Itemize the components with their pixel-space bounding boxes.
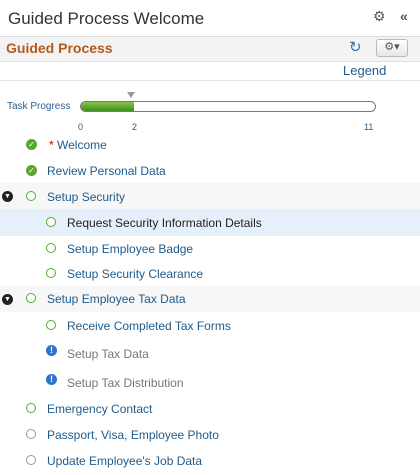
step-label[interactable]: Setup Tax Data [67, 347, 149, 361]
step-row-setup-tax-data[interactable]: ! Setup Tax Data [0, 338, 420, 367]
task-progress-bar [80, 101, 376, 112]
step-row-setup-employee-tax-data[interactable]: ▼ Setup Employee Tax Data [0, 286, 420, 312]
step-label[interactable]: Request Security Information Details [67, 216, 262, 230]
gear-icon: ⚙ [384, 41, 395, 53]
check-icon: ✓ [26, 165, 37, 176]
step-label[interactable]: Setup Security [47, 190, 125, 204]
refresh-icon[interactable]: ↻ [349, 38, 362, 56]
actions-menu-button[interactable]: ⚙▾ [376, 39, 408, 57]
not-started-icon [26, 455, 36, 465]
step-label[interactable]: Setup Tax Distribution [67, 376, 184, 390]
step-row-passport-visa-employee-photo[interactable]: Passport, Visa, Employee Photo [0, 422, 420, 448]
expand-icon[interactable]: ▼ [2, 191, 13, 202]
step-label[interactable]: Passport, Visa, Employee Photo [47, 428, 219, 442]
step-row-setup-tax-distribution[interactable]: ! Setup Tax Distribution [0, 367, 420, 396]
window-title: Guided Process Welcome [8, 9, 205, 28]
progress-marker-icon [127, 92, 135, 98]
in-progress-icon [46, 268, 56, 278]
in-progress-icon [46, 217, 56, 227]
in-progress-icon [26, 191, 36, 201]
step-row-setup-employee-badge[interactable]: Setup Employee Badge [0, 236, 420, 261]
required-marker: * [49, 138, 54, 152]
step-label[interactable]: Setup Employee Tax Data [47, 292, 186, 306]
task-progress-fill [81, 102, 134, 111]
step-row-update-employees-job-data[interactable]: Update Employee's Job Data [0, 448, 420, 474]
in-progress-icon [26, 293, 36, 303]
step-row-receive-completed-tax-forms[interactable]: Receive Completed Tax Forms [0, 312, 420, 338]
step-row-review-personal-data[interactable]: ✓ Review Personal Data [0, 157, 420, 183]
step-row-setup-security[interactable]: ▼ Setup Security [0, 183, 420, 209]
step-label[interactable]: Setup Security Clearance [67, 267, 203, 281]
step-row-request-security-information-details[interactable]: Request Security Information Details [0, 209, 420, 236]
in-progress-icon [26, 403, 36, 413]
step-label[interactable]: Welcome [57, 138, 107, 152]
expand-icon[interactable]: ▼ [2, 294, 13, 305]
in-progress-icon [46, 243, 56, 253]
info-icon: ! [46, 345, 57, 356]
divider [0, 80, 420, 81]
legend-link[interactable]: Legend [343, 63, 386, 78]
gear-icon[interactable]: ⚙ [373, 8, 386, 25]
task-progress-label: Task Progress [7, 101, 71, 112]
check-icon: ✓ [26, 139, 37, 150]
in-progress-icon [46, 320, 56, 330]
step-row-welcome[interactable]: ✓ * Welcome [0, 132, 420, 157]
collapse-icon[interactable]: « [400, 8, 408, 24]
not-started-icon [26, 429, 36, 439]
progress-start-label: 0 [78, 122, 84, 132]
guided-process-title: Guided Process [6, 40, 113, 56]
progress-current-label: 2 [132, 122, 138, 132]
step-label[interactable]: Receive Completed Tax Forms [67, 319, 231, 333]
step-row-emergency-contact[interactable]: Emergency Contact [0, 396, 420, 422]
progress-end-label: 11 [364, 122, 374, 132]
step-label[interactable]: Setup Employee Badge [67, 242, 193, 256]
info-icon: ! [46, 374, 57, 385]
chevron-down-icon: ▾ [394, 41, 400, 53]
step-row-setup-security-clearance[interactable]: Setup Security Clearance [0, 261, 420, 286]
step-label[interactable]: Update Employee's Job Data [47, 454, 202, 468]
step-label[interactable]: Review Personal Data [47, 164, 166, 178]
step-label[interactable]: Emergency Contact [47, 402, 152, 416]
